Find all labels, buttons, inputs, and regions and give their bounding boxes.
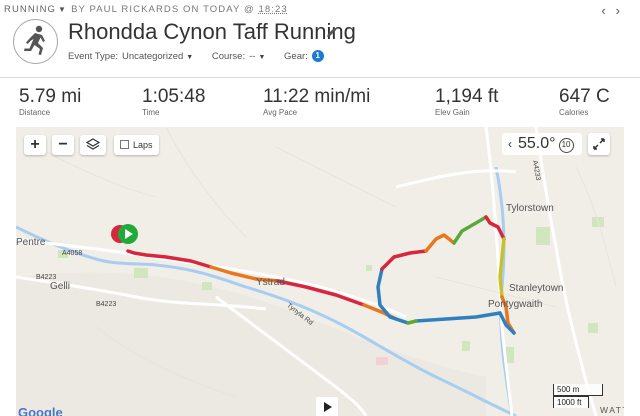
stat-label: Calories	[559, 108, 589, 117]
layers-icon	[85, 138, 101, 150]
laps-checkbox[interactable]	[120, 140, 129, 149]
wind-icon: 10	[558, 138, 574, 153]
scale-imperial: 1000 ft	[553, 396, 589, 408]
activity-type-dropdown[interactable]: RUNNING	[4, 4, 56, 15]
stat-label: Avg Pace	[263, 108, 298, 117]
layers-button[interactable]	[80, 135, 106, 155]
laps-toggle[interactable]: Laps	[114, 135, 159, 155]
map-scale: 500 m 1000 ft	[553, 384, 603, 408]
stat-label: Elev Gain	[435, 108, 470, 117]
activity-breadcrumb: RUNNING ▼ BY PAUL RICKARDS ON TODAY @ 18:2…	[4, 4, 288, 15]
stat-value: 11:22 min/mi	[263, 86, 371, 107]
route-map[interactable]: Pentre Gelli Ystrad Tylorstown Stanleyto…	[16, 127, 624, 416]
caret-down-icon: ▼	[186, 53, 194, 61]
laps-label: Laps	[133, 140, 153, 150]
stat-calories: 647 C Calories	[559, 86, 610, 117]
chevron-right-icon[interactable]: ›	[616, 3, 630, 18]
chevron-left-icon[interactable]: ‹	[601, 3, 615, 18]
event-type-select[interactable]: Event Type: Uncategorized ▼	[68, 51, 193, 62]
place-label: Pontygwaith	[488, 299, 543, 310]
activity-meta: Event Type: Uncategorized ▼ Course: -- ▼ Gea…	[68, 50, 340, 62]
stat-distance: 5.79 mi Distance	[19, 86, 81, 117]
stat-value: 1:05:48	[142, 86, 206, 107]
place-label: WATTST	[600, 405, 624, 415]
stat-time: 1:05:48 Time	[142, 86, 205, 117]
zoom-out-button[interactable]: −	[52, 135, 74, 155]
fullscreen-button[interactable]	[588, 133, 610, 155]
stat-value: 1,194 ft	[435, 86, 499, 107]
expand-icon	[593, 138, 605, 150]
pencil-icon[interactable]	[326, 25, 338, 43]
scale-metric: 500 m	[553, 384, 603, 396]
place-label: Ystrad	[256, 277, 285, 288]
weather-widget[interactable]: ‹ 55.0° 10	[502, 133, 582, 155]
course-select[interactable]: Course: -- ▼	[212, 51, 266, 62]
place-label: Gelli	[50, 281, 71, 292]
stat-elev-gain: 1,194 ft Elev Gain	[435, 86, 498, 117]
chevron-left-icon[interactable]: ‹	[508, 137, 512, 151]
stat-label: Distance	[19, 108, 51, 117]
road-label: B4223	[36, 274, 57, 281]
divider	[0, 77, 640, 78]
play-icon	[324, 402, 332, 412]
zoom-in-button[interactable]: +	[24, 135, 46, 155]
stat-value: 647 C	[559, 86, 610, 107]
play-button[interactable]	[316, 397, 338, 416]
activity-time[interactable]: 18:23	[258, 4, 287, 15]
stat-value: 5.79 mi	[19, 86, 82, 107]
gear-count-badge[interactable]: 1	[311, 50, 324, 62]
place-label: Pentre	[16, 237, 46, 248]
place-label: Stanleytown	[509, 283, 564, 294]
google-logo: Google	[18, 405, 63, 416]
author-text: BY PAUL RICKARDS ON TODAY @	[71, 4, 255, 15]
stat-avg-pace: 11:22 min/mi Avg Pace	[263, 86, 370, 117]
place-label: Tylorstown	[506, 203, 554, 214]
nav-buttons: ‹›	[601, 3, 630, 18]
caret-down-icon: ▼	[258, 53, 266, 61]
road-label: A4058	[62, 250, 83, 257]
activity-type-icon	[13, 19, 58, 64]
road-label: B4223	[96, 301, 117, 308]
gear-select[interactable]: Gear: 1	[284, 50, 324, 62]
caret-down-icon[interactable]: ▼	[58, 5, 67, 14]
stat-label: Time	[142, 108, 160, 117]
activity-title[interactable]: Rhondda Cynon Taff Running	[68, 19, 356, 45]
temperature-value: 55.0°	[518, 135, 556, 152]
